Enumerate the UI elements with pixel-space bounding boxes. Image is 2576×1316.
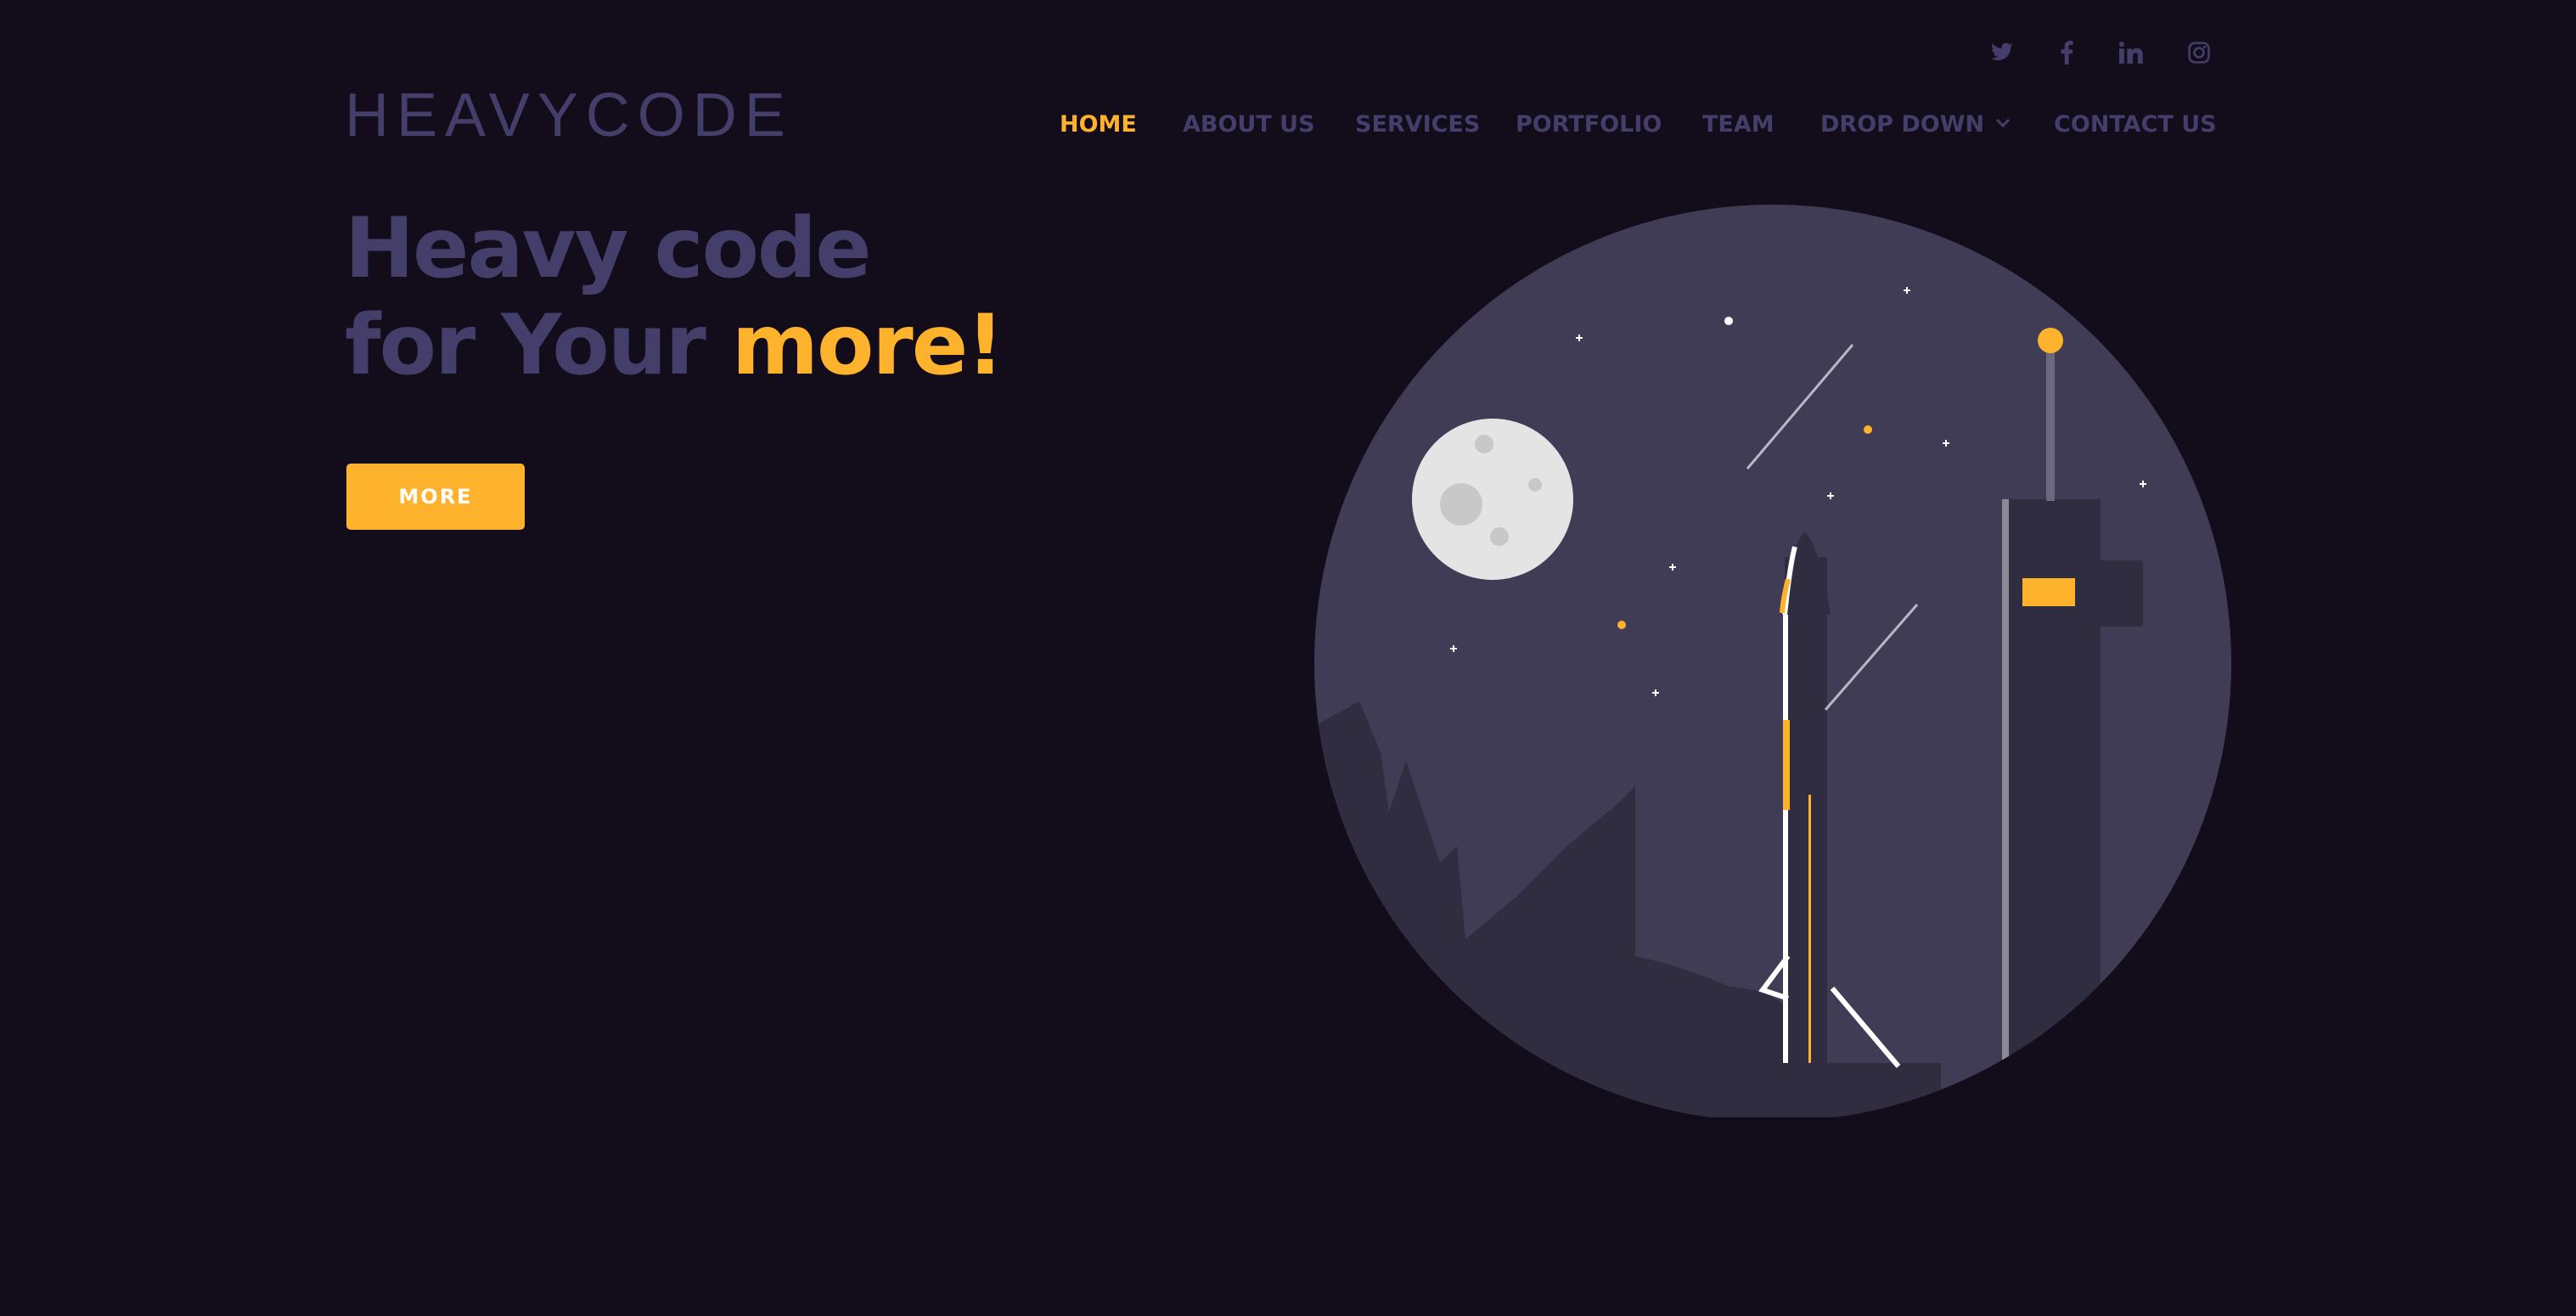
tower-window: [2022, 578, 2075, 606]
nav-link-about-us[interactable]: ABOUT US: [1183, 111, 1315, 138]
star: [1617, 621, 1626, 629]
launch-pad: [1771, 1063, 1941, 1122]
hero-line-2-prefix: for Your: [345, 297, 732, 394]
nav-portfolio[interactable]: PORTFOLIO: [1516, 109, 1662, 139]
hero-line-1: Heavy code: [345, 200, 872, 297]
rocket-fuel-line: [1808, 795, 1811, 1063]
linkedin-link[interactable]: [2114, 36, 2148, 70]
nav-about[interactable]: ABOUT US: [1183, 109, 1315, 139]
nav-link-portfolio[interactable]: PORTFOLIO: [1516, 111, 1662, 138]
nav-contact[interactable]: CONTACT US: [2054, 109, 2217, 139]
facebook-link[interactable]: [2050, 36, 2084, 70]
tower-antenna: [2046, 346, 2055, 501]
nav-dropdown[interactable]: DROP DOWN: [1820, 109, 2011, 139]
twitter-link[interactable]: [1985, 36, 2019, 70]
hero-line-2-accent: more!: [731, 297, 1004, 394]
more-button[interactable]: MORE: [346, 464, 525, 530]
instagram-icon: [2188, 42, 2210, 64]
twitter-icon: [1991, 42, 2013, 61]
nav-home[interactable]: HOME: [1060, 109, 1137, 139]
tower-rail: [2002, 499, 2009, 1122]
ground-mound: [1533, 984, 1805, 1117]
nav-link-services[interactable]: SERVICES: [1355, 111, 1480, 138]
site-logo[interactable]: HEAVYCODE: [345, 85, 793, 146]
nav-link-team[interactable]: TEAM: [1702, 111, 1775, 138]
nav-link-drop-down[interactable]: DROP DOWN: [1820, 111, 1984, 138]
moon-crater: [1440, 483, 1482, 526]
rocket-orange-band: [1783, 720, 1790, 810]
nav-link-home[interactable]: HOME: [1060, 111, 1137, 138]
rocket-launch-night-illustration: [1313, 200, 2233, 1122]
instagram-link[interactable]: [2182, 36, 2216, 70]
nav-services[interactable]: SERVICES: [1355, 109, 1480, 139]
moon-crater: [1528, 478, 1542, 492]
moon-crater: [1475, 435, 1493, 453]
nav-link-contact-us[interactable]: CONTACT US: [2054, 111, 2217, 138]
facebook-icon: [2061, 41, 2073, 65]
hero-line-2: for Your more!: [345, 297, 1004, 394]
hero-headline: Heavy code for Your more!: [345, 200, 1004, 394]
moon-crater: [1490, 527, 1509, 546]
launch-tower-arm: [2094, 560, 2143, 627]
star: [1724, 317, 1733, 325]
chevron-down-icon: [1994, 116, 2011, 132]
star: [1864, 425, 1872, 434]
antenna-light: [2038, 328, 2063, 353]
rocket-body: [1785, 557, 1827, 1063]
linkedin-icon: [2119, 42, 2143, 64]
nav-team[interactable]: TEAM: [1702, 109, 1775, 139]
